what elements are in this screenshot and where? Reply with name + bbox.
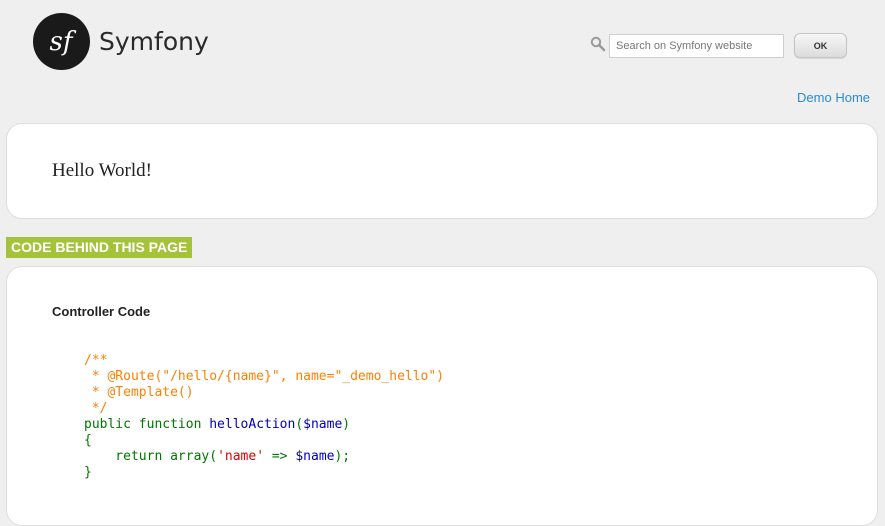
symfony-logo-link[interactable]: sf Symfony (33, 13, 209, 70)
code-paren-open: ( (295, 417, 304, 432)
greeting-text: Hello World! (52, 160, 152, 181)
code-variable: $name (303, 417, 343, 432)
brand-name: Symfony (99, 27, 209, 56)
code-line-6: { (84, 433, 92, 448)
code-paren-close: ) (342, 417, 351, 432)
logo-glyph: sf (50, 27, 77, 57)
code-line-2: * @Route("/hello/{name}", name="_demo_he… (84, 369, 445, 384)
search-input[interactable] (609, 34, 784, 58)
demo-home-link[interactable]: Demo Home (797, 90, 870, 105)
code-keyword: public function (84, 417, 210, 432)
code-section-label: CODE BEHIND THIS PAGE (6, 237, 193, 258)
code-statement-end: ); (334, 449, 351, 464)
code-line-8: } (84, 465, 92, 480)
controller-code-title: Controller Code (52, 304, 151, 319)
code-string: 'name' (217, 449, 265, 464)
code-function-name: helloAction (209, 417, 296, 432)
code-line-4: */ (84, 401, 108, 416)
symfony-logo-icon: sf (33, 13, 90, 70)
code-line-1: /** (84, 353, 108, 368)
code-arrow: => (264, 449, 296, 464)
code-line-3: * @Template() (84, 385, 194, 400)
hello-panel: Hello World! (6, 123, 878, 219)
search-ok-button[interactable]: OK (794, 33, 847, 58)
controller-code-block: /** * @Route("/hello/{name}", name="_dem… (84, 353, 444, 481)
code-return: return array( (84, 449, 218, 464)
code-return-variable: $name (295, 449, 335, 464)
search-icon (590, 36, 606, 52)
code-panel: Controller Code /** * @Route("/hello/{na… (6, 266, 878, 526)
